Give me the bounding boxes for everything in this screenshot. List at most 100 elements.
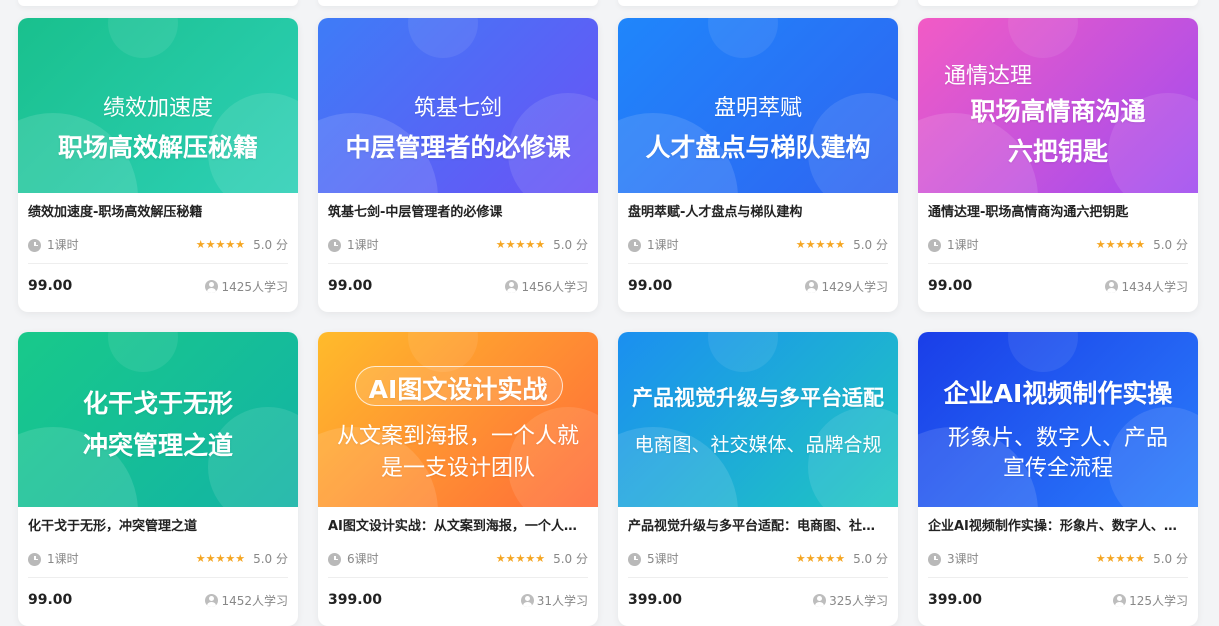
star-rating-icon: ★★★★★ [495,237,546,251]
course-banner[interactable]: 筑基七剑中层管理者的必修课 [318,18,598,193]
learner-count: 1456人学习 [505,278,588,295]
rating: ★★★★★ 5.0 分 [1096,550,1188,567]
rating-score: 5.0 分 [853,237,888,252]
banner-decoration [808,407,898,507]
banner-text-line: 从文案到海报，一个人就 [336,424,579,449]
course-title[interactable]: 盘明萃赋-人才盘点与梯队建构 [628,204,888,222]
lesson-count-text: 1课时 [647,237,679,252]
learner-count-text: 125人学习 [1129,593,1188,608]
learner-count: 1452人学习 [205,592,288,609]
course-price: 399.00 [628,592,683,608]
user-icon [1105,279,1119,293]
course-banner[interactable]: 产品视觉升级与多平台适配 电商图、社交媒体、品牌合规 [618,332,898,507]
lesson-count-text: 5课时 [647,551,679,566]
star-rating-icon: ★★★★★ [195,237,246,251]
course-price: 99.00 [28,592,73,608]
course-card[interactable]: 产品视觉升级与多平台适配 电商图、社交媒体、品牌合规 产品视觉升级与多平台适配：电… [618,332,898,626]
course-title[interactable]: 绩效加速度-职场高效解压秘籍 [28,204,288,222]
course-title[interactable]: AI图文设计实战：从文案到海报，一个人就是一支设计团队 [328,518,588,536]
star-rating-icon: ★★★★★ [495,551,546,565]
banner-text-line: 通情达理 [944,64,1033,89]
star-rating-icon: ★★★★★ [1095,551,1146,565]
banner-decoration [708,332,778,372]
learner-count: 325人学习 [813,592,888,609]
clock-icon [328,552,341,566]
star-rating-icon: ★★★★★ [1095,237,1146,251]
lesson-count-text: 1课时 [947,237,979,252]
course-card[interactable]: 绩效加速度 职场高效解压秘籍 绩效加速度-职场高效解压秘籍 1课时 ★★★★★ 5… [18,18,298,312]
banner-text-line: 绩效加速度 [102,96,213,121]
clock-icon [328,238,341,252]
user-icon [1113,593,1127,607]
lesson-count: 1课时 [628,236,679,253]
banner-text-line: 电商图、社交媒体、品牌合规 [634,434,882,456]
course-card[interactable]: 盘明萃赋 人才盘点与梯队建构 盘明萃赋-人才盘点与梯队建构 1课时 ★★★★★ 5… [618,18,898,312]
lesson-count-text: 1课时 [47,237,79,252]
course-title[interactable]: 化干戈于无形，冲突管理之道 [28,518,288,536]
course-card[interactable]: 通情达理职场高情商沟通 六把钥匙 通情达理-职场高情商沟通六把钥匙 1课时 ★★★… [918,18,1198,312]
lesson-count: 5课时 [628,550,679,567]
banner-decoration [708,18,778,58]
course-banner[interactable]: AI图文设计实战 从文案到海报，一个人就 是一支设计团队 [318,332,598,507]
learner-count-text: 31人学习 [536,593,588,608]
rating-score: 5.0 分 [553,237,588,252]
banner-text-line: 六把钥匙 [1007,137,1108,166]
course-price: 99.00 [628,278,673,294]
banner-text-line: 筑基七剑 [413,96,502,121]
rating-score: 5.0 分 [1153,237,1188,252]
rating-score: 5.0 分 [1153,551,1188,566]
banner-text-line: AI图文设计实战 [368,375,548,404]
rating-score: 5.0 分 [853,551,888,566]
lesson-count: 1课时 [928,236,979,253]
divider [328,577,588,578]
banner-text-line: 产品视觉升级与多平台适配 [632,386,884,410]
banner-decoration [1008,332,1078,372]
banner-text-line: 冲突管理之道 [82,431,233,460]
banner-text-line: 职场高情商沟通 [970,97,1146,126]
clock-icon [928,238,941,252]
rating: ★★★★★ 5.0 分 [196,550,288,567]
clock-icon [28,238,41,252]
divider [628,263,888,264]
lesson-count: 3课时 [928,550,979,567]
course-banner[interactable]: 盘明萃赋 人才盘点与梯队建构 [618,18,898,193]
course-price: 399.00 [328,592,383,608]
rating: ★★★★★ 5.0 分 [796,550,888,567]
course-title[interactable]: 企业AI视频制作实操：形象片、数字人、产品宣传全流程 [928,518,1188,536]
previous-card-edge [918,0,1198,6]
course-card[interactable]: 化干戈于无形 冲突管理之道 化干戈于无形，冲突管理之道 1课时 ★★★★★ 5.0… [18,332,298,626]
course-title[interactable]: 产品视觉升级与多平台适配：电商图、社交媒体、品牌合规 [628,518,888,536]
clock-icon [28,552,41,566]
course-price: 399.00 [928,592,983,608]
learner-count-text: 1425人学习 [221,279,288,294]
user-icon [813,593,827,607]
banner-text-line: 中层管理者的必修课 [345,133,571,162]
lesson-count-text: 1课时 [47,551,79,566]
star-rating-icon: ★★★★★ [795,551,846,565]
course-price: 99.00 [928,278,973,294]
clock-icon [628,238,641,252]
lesson-count-text: 1课时 [347,237,379,252]
course-title[interactable]: 筑基七剑-中层管理者的必修课 [328,204,588,222]
learner-count-text: 325人学习 [829,593,888,608]
course-price: 99.00 [328,278,373,294]
course-banner[interactable]: 企业AI视频制作实操 形象片、数字人、产品 宣传全流程 [918,332,1198,507]
learner-count: 1425人学习 [205,278,288,295]
course-banner[interactable]: 化干戈于无形 冲突管理之道 [18,332,298,507]
divider [628,577,888,578]
course-banner[interactable]: 通情达理职场高情商沟通 六把钥匙 [918,18,1198,193]
previous-row-cards [0,0,1219,6]
banner-text-line: 化干戈于无形 [82,389,233,418]
divider [928,577,1188,578]
course-card[interactable]: AI图文设计实战 从文案到海报，一个人就 是一支设计团队 AI图文设计实战：从文案到… [318,332,598,626]
course-banner[interactable]: 绩效加速度 职场高效解压秘籍 [18,18,298,193]
user-icon [805,279,819,293]
divider [28,263,288,264]
rating: ★★★★★ 5.0 分 [496,236,588,253]
divider [28,577,288,578]
course-card[interactable]: 筑基七剑中层管理者的必修课 筑基七剑-中层管理者的必修课 1课时 ★★★★★ 5… [318,18,598,312]
course-price: 99.00 [28,278,73,294]
learner-count: 125人学习 [1113,592,1188,609]
course-card[interactable]: 企业AI视频制作实操 形象片、数字人、产品 宣传全流程 企业AI视频制作实操：形象片… [918,332,1198,626]
course-title[interactable]: 通情达理-职场高情商沟通六把钥匙 [928,204,1188,222]
